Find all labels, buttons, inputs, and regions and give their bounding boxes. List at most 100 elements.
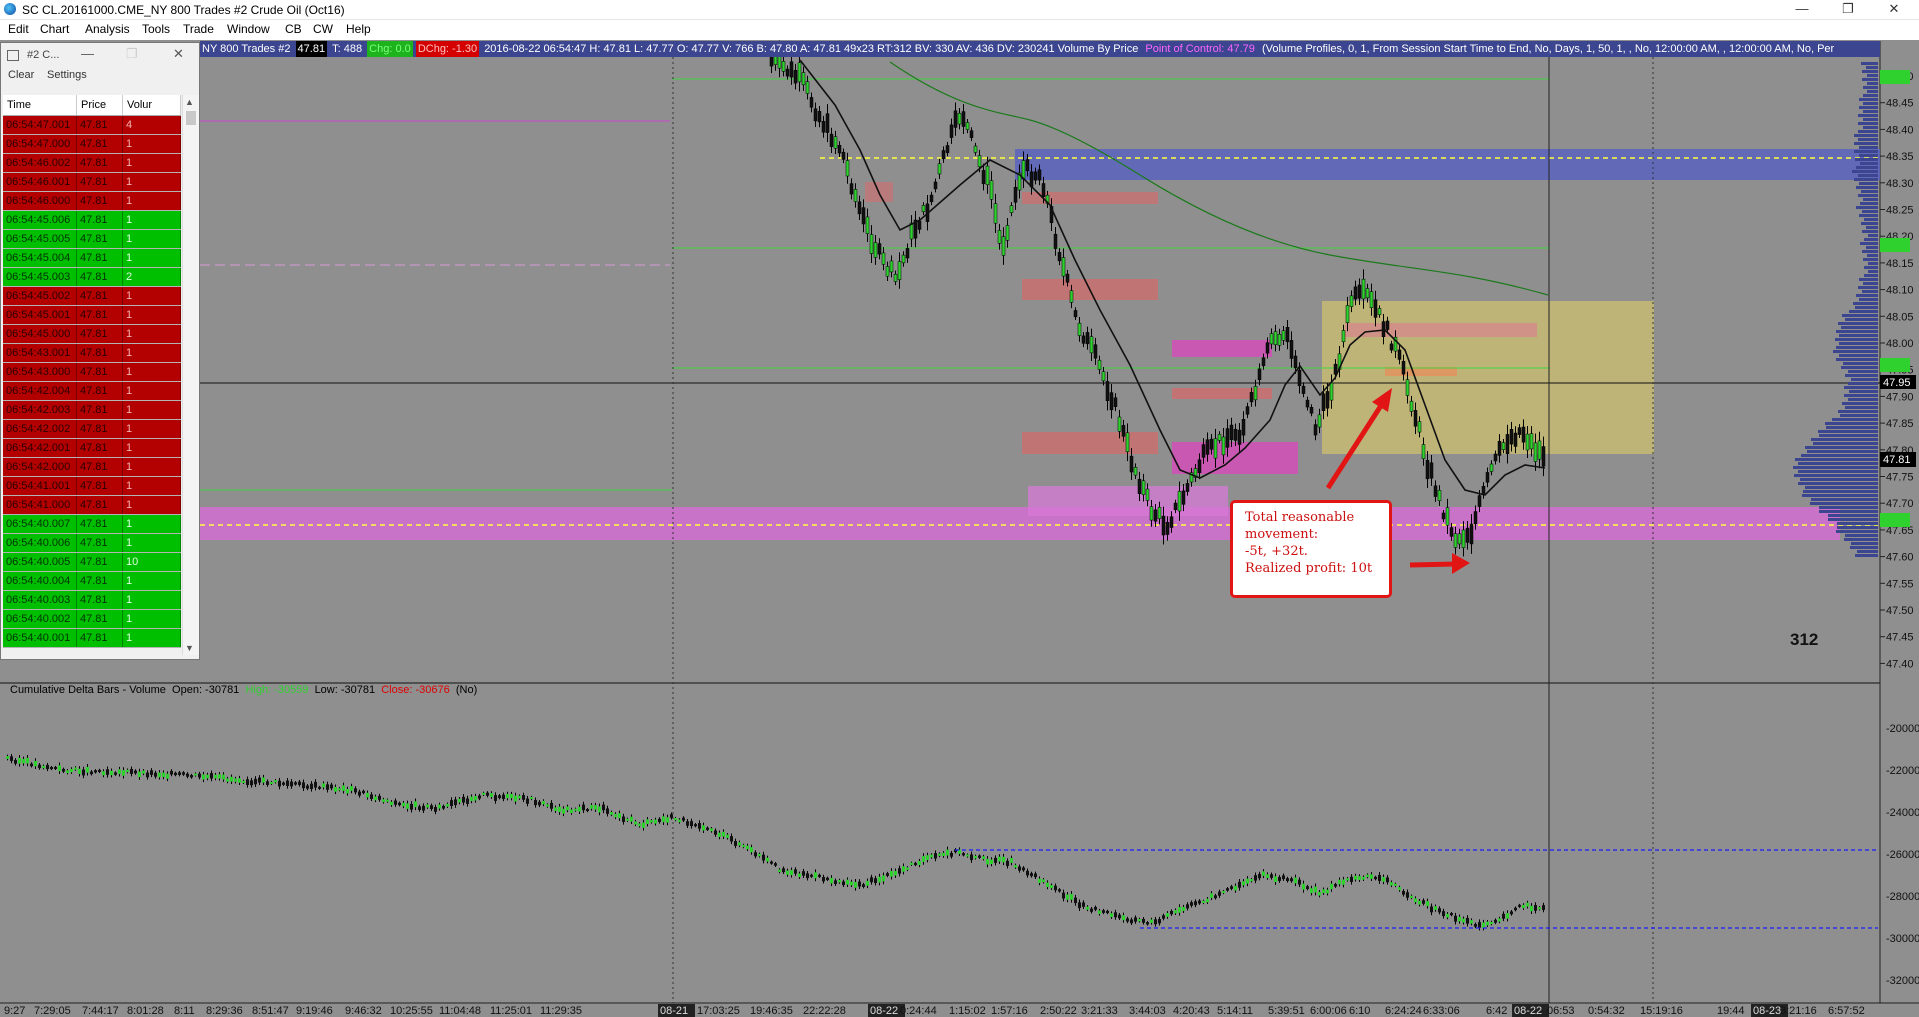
ts-cell-volume: 1 <box>123 439 181 457</box>
price-chart[interactable]: 48.5048.4548.4048.3548.3048.2548.2048.15… <box>0 0 1919 1017</box>
date-label: 08-21 <box>660 1005 688 1017</box>
delta-bar-body <box>770 861 773 864</box>
ts-row[interactable]: 06:54:45.001 47.81 1 <box>3 306 181 325</box>
ts-row[interactable]: 06:54:42.000 47.81 1 <box>3 458 181 477</box>
scroll-up-icon[interactable]: ▲ <box>185 97 194 107</box>
ts-settings-button[interactable]: Settings <box>47 69 87 81</box>
delta-bar-body <box>358 791 361 796</box>
ts-clear-button[interactable]: Clear <box>8 69 34 81</box>
delta-bar-body <box>1146 922 1149 925</box>
ts-row[interactable]: 06:54:40.005 47.81 10 <box>3 553 181 572</box>
ts-cell-volume: 4 <box>123 116 181 134</box>
ts-row[interactable]: 06:54:47.000 47.81 1 <box>3 135 181 154</box>
delta-bar-body <box>454 799 457 806</box>
candle-body <box>1061 257 1066 277</box>
ts-row[interactable]: 06:54:40.002 47.81 1 <box>3 610 181 629</box>
ts-row[interactable]: 06:54:41.000 47.81 1 <box>3 496 181 515</box>
ts-maximize-button[interactable]: ❐ <box>126 46 138 62</box>
ts-row[interactable]: 06:54:43.001 47.81 1 <box>3 344 181 363</box>
ts-col-volume[interactable]: Volur <box>123 95 181 115</box>
delta-bar-body <box>30 763 33 767</box>
ts-row[interactable]: 06:54:40.007 47.81 1 <box>3 515 181 534</box>
delta-label: -28000 <box>1886 891 1919 903</box>
volume-profile-bar <box>1838 322 1878 325</box>
delta-bar-body <box>1534 905 1537 911</box>
ts-row[interactable]: 06:54:40.006 47.81 1 <box>3 534 181 553</box>
candle-body <box>1397 349 1402 360</box>
ts-cell-price: 47.81 <box>77 591 123 609</box>
candle-body <box>977 155 982 168</box>
delta-bar-body <box>1042 879 1045 883</box>
delta-bar-body <box>102 771 105 776</box>
scroll-thumb[interactable] <box>186 111 196 125</box>
ts-row[interactable]: 06:54:45.006 47.81 1 <box>3 211 181 230</box>
time-label: 9:46:32 <box>345 1005 382 1017</box>
ts-row[interactable]: 06:54:45.000 47.81 1 <box>3 325 181 344</box>
ts-col-time[interactable]: Time <box>3 95 77 115</box>
delta-bar-body <box>226 778 229 782</box>
time-label: 1:57:16 <box>991 1005 1028 1017</box>
volume-profile-bar <box>1850 546 1878 549</box>
delta-bar-body <box>178 772 181 775</box>
delta-bar-body <box>1386 877 1389 883</box>
ts-row[interactable]: 06:54:41.001 47.81 1 <box>3 477 181 496</box>
volume-profile-bar <box>1844 386 1878 389</box>
time-and-sales-window[interactable]: #2 C... — ❐ ✕ Clear Settings Time Price … <box>0 42 200 660</box>
ts-row[interactable]: 06:54:46.002 47.81 1 <box>3 154 181 173</box>
candle-body <box>1177 491 1182 512</box>
delta-bar-body <box>230 776 233 782</box>
ts-cell-volume: 1 <box>123 420 181 438</box>
delta-bar-body <box>478 795 481 799</box>
volume-profile-bar <box>1841 366 1878 369</box>
ts-row[interactable]: 06:54:42.001 47.81 1 <box>3 439 181 458</box>
ts-row[interactable]: 06:54:45.005 47.81 1 <box>3 230 181 249</box>
ts-row[interactable]: 06:54:42.003 47.81 1 <box>3 401 181 420</box>
delta-bar-body <box>442 805 445 809</box>
volume-profile-bar <box>1845 406 1878 409</box>
ts-cell-volume: 1 <box>123 363 181 381</box>
price-label: 47.85 <box>1886 418 1914 430</box>
delta-bar-body <box>522 795 525 800</box>
delta-bar-body <box>278 780 281 787</box>
delta-bar-body <box>486 792 489 796</box>
candle-body <box>1229 424 1234 440</box>
volume-profile-bar <box>1798 482 1878 485</box>
candle-body <box>1037 169 1042 181</box>
ts-row[interactable]: 06:54:46.000 47.81 1 <box>3 192 181 211</box>
delta-bar-body <box>1522 904 1525 909</box>
delta-bar-body <box>1334 884 1337 887</box>
volume-profile-bar <box>1818 430 1878 433</box>
ts-row[interactable]: 06:54:40.001 47.81 1 <box>3 629 181 648</box>
ts-row[interactable]: 06:54:45.002 47.81 1 <box>3 287 181 306</box>
delta-bar-body <box>534 800 537 806</box>
ts-cell-price: 47.81 <box>77 306 123 324</box>
candle-body <box>1213 438 1218 459</box>
ts-row[interactable]: 06:54:47.001 47.81 4 <box>3 116 181 135</box>
candle-body <box>1529 433 1534 450</box>
ts-row[interactable]: 06:54:45.004 47.81 1 <box>3 249 181 268</box>
candle-body <box>1077 322 1082 336</box>
ts-row[interactable]: 06:54:45.003 47.81 2 <box>3 268 181 287</box>
ts-row[interactable]: 06:54:43.000 47.81 1 <box>3 363 181 382</box>
ts-col-price[interactable]: Price <box>77 95 123 115</box>
delta-bar-body <box>1014 864 1017 868</box>
ts-row[interactable]: 06:54:42.002 47.81 1 <box>3 420 181 439</box>
candle-body <box>833 136 838 149</box>
ts-row[interactable]: 06:54:42.004 47.81 1 <box>3 382 181 401</box>
delta-bar-body <box>1526 902 1529 907</box>
ts-row[interactable]: 06:54:40.004 47.81 1 <box>3 572 181 591</box>
delta-bar-body <box>942 852 945 857</box>
delta-bar-body <box>46 764 49 770</box>
delta-bar-body <box>1306 886 1309 889</box>
scroll-down-icon[interactable]: ▼ <box>185 643 194 653</box>
ts-row[interactable]: 06:54:40.003 47.81 1 <box>3 591 181 610</box>
ts-close-button[interactable]: ✕ <box>173 46 184 62</box>
volume-profile-bar <box>1811 438 1878 441</box>
info-profile: (Volume Profiles, 0, 1, From Session Sta… <box>1261 43 1835 55</box>
ts-minimize-button[interactable]: — <box>81 46 94 61</box>
ts-scrollbar[interactable]: ▲ ▼ <box>182 95 199 655</box>
volume-profile-bar <box>1819 506 1878 509</box>
candle-body <box>1137 478 1142 494</box>
candle-body <box>1493 453 1498 462</box>
ts-row[interactable]: 06:54:46.001 47.81 1 <box>3 173 181 192</box>
